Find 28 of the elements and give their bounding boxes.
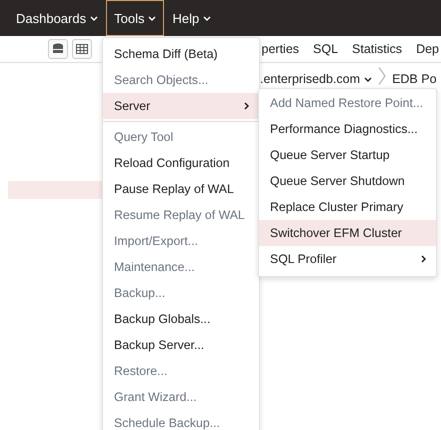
menu-item[interactable]: Switchover EFM Cluster xyxy=(259,220,436,246)
breadcrumb-item[interactable]: EDB Po xyxy=(392,72,437,86)
menu-item[interactable]: Schema Diff (Beta) xyxy=(103,41,259,67)
menu-item[interactable]: Server xyxy=(103,93,259,119)
menubar-item[interactable]: Tools xyxy=(106,0,164,36)
menu-item[interactable]: Reload Configuration xyxy=(103,150,259,176)
tab[interactable]: SQL xyxy=(313,42,338,56)
menu-item[interactable]: Queue Server Startup xyxy=(259,142,436,168)
tab[interactable]: Statistics xyxy=(352,42,402,56)
menu-item[interactable]: Backup Server... xyxy=(103,332,259,358)
menu-item[interactable]: Pause Replay of WAL xyxy=(103,176,259,202)
table-icon[interactable] xyxy=(72,39,92,59)
menubar-item[interactable]: Help xyxy=(164,0,220,36)
menu-item[interactable]: Replace Cluster Primary xyxy=(259,194,436,220)
menubar-item[interactable]: Dashboards xyxy=(8,0,106,36)
chevron-down-icon xyxy=(203,16,212,20)
tab[interactable]: perties xyxy=(262,42,300,56)
chevron-down-icon xyxy=(90,16,98,20)
breadcrumb-separator-icon xyxy=(378,67,386,85)
menu-item[interactable]: SQL Profiler xyxy=(259,246,436,272)
menu-item[interactable]: Queue Server Shutdown xyxy=(259,168,436,194)
chevron-down-icon xyxy=(148,16,156,20)
tab[interactable]: Dep xyxy=(416,42,439,56)
database-icon[interactable] xyxy=(48,39,68,59)
menu-item[interactable]: Backup Globals... xyxy=(103,306,259,332)
breadcrumb-item[interactable]: .enterprisedb.com xyxy=(260,72,360,86)
menu-item[interactable]: Performance Diagnostics... xyxy=(259,116,436,142)
chevron-down-icon xyxy=(364,76,372,82)
